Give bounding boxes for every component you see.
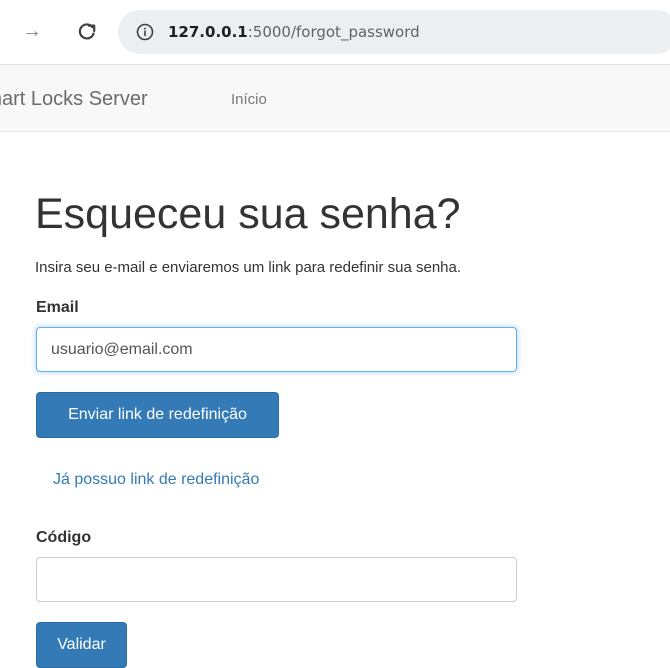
nav-link-inicio[interactable]: Início — [231, 90, 267, 110]
send-reset-link-button[interactable]: Enviar link de redefinição — [36, 392, 279, 438]
page-title: Esqueceu sua senha? — [35, 190, 461, 238]
code-input[interactable] — [36, 557, 517, 602]
url-host: 127.0.0.1 — [168, 23, 248, 41]
email-input[interactable] — [36, 327, 517, 372]
url-path: :5000/forgot_password — [247, 23, 420, 41]
navbar-brand[interactable]: Smart Locks Server — [0, 87, 148, 111]
email-label: Email — [36, 299, 79, 316]
existing-reset-link[interactable]: Já possuo link de redefinição — [53, 470, 259, 490]
info-circle-icon[interactable] — [136, 23, 154, 41]
navbar: Smart Locks Server Início — [0, 64, 670, 132]
address-bar[interactable]: 127.0.0.1:5000/forgot_password — [118, 10, 670, 54]
validate-button[interactable]: Validar — [36, 622, 127, 668]
browser-toolbar: → 127.0.0.1:5000/forgot_password — [0, 0, 670, 64]
reload-icon[interactable] — [76, 19, 98, 43]
code-label: Código — [36, 529, 92, 546]
forward-arrow-icon[interactable]: → — [22, 19, 42, 43]
intro-text: Insira seu e-mail e enviaremos um link p… — [35, 259, 462, 276]
url-text[interactable]: 127.0.0.1:5000/forgot_password — [168, 22, 420, 42]
